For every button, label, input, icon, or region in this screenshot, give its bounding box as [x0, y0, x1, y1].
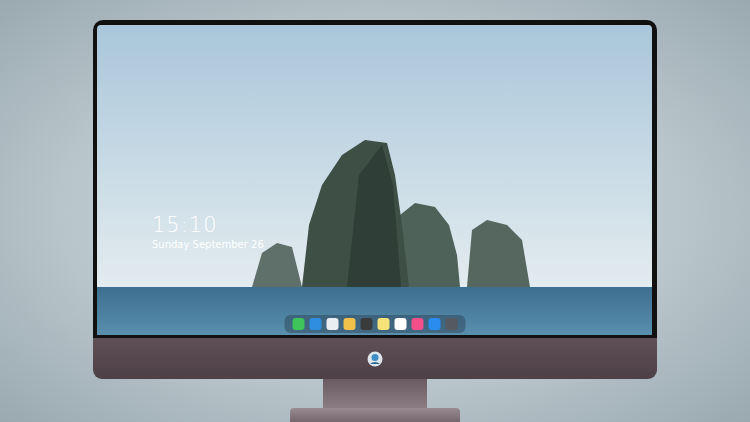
- brand-logo-icon: [367, 351, 383, 367]
- clock-date: Sunday September 26: [152, 238, 264, 251]
- lock-screen[interactable]: 15:10Sunday September 26: [97, 25, 652, 335]
- finder-icon[interactable]: [309, 318, 321, 330]
- monitor-bezel: 15:10Sunday September 26: [93, 20, 657, 338]
- safari-icon[interactable]: [326, 318, 338, 330]
- monitor: 15:10Sunday September 26: [93, 20, 657, 422]
- monitor-base: [290, 408, 460, 422]
- music-icon[interactable]: [411, 318, 423, 330]
- lock-clock: 15:10Sunday September 26: [152, 213, 264, 251]
- camera-icon[interactable]: [445, 318, 457, 330]
- videos-icon[interactable]: [360, 318, 372, 330]
- backdrop: 15:10Sunday September 26: [0, 0, 750, 422]
- notes-icon[interactable]: [377, 318, 389, 330]
- app-store-icon[interactable]: [428, 318, 440, 330]
- messages-icon[interactable]: [292, 318, 304, 330]
- monitor-chin: [93, 338, 657, 379]
- photos-icon[interactable]: [343, 318, 355, 330]
- wallpaper-photo: [97, 25, 652, 335]
- dock: [284, 315, 465, 333]
- monitor-stand: [323, 379, 427, 408]
- clock-time: 15:10: [152, 213, 264, 238]
- calendar-icon[interactable]: [394, 318, 406, 330]
